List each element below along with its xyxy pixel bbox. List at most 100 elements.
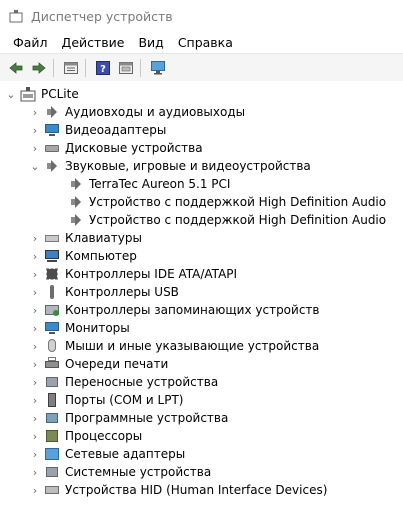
toolbar: ?	[0, 53, 403, 82]
tree-root[interactable]: ⌄ PCLite	[6, 85, 79, 103]
chevron-right-icon[interactable]: ›	[30, 427, 40, 445]
computer-icon	[44, 248, 60, 264]
chevron-right-icon[interactable]: ›	[30, 121, 40, 139]
category-label: Очереди печати	[65, 357, 169, 371]
system-device-icon	[44, 464, 60, 480]
chevron-right-icon[interactable]: ›	[30, 337, 40, 355]
category-label: Процессоры	[65, 429, 143, 443]
category-print-queues[interactable]: › Очереди печати	[30, 355, 168, 373]
category-ide-controllers[interactable]: › Контроллеры IDE ATA/ATAPI	[30, 265, 237, 283]
monitor-icon	[44, 122, 60, 138]
title-bar: Диспетчер устройств	[0, 0, 403, 32]
chevron-right-icon[interactable]: ›	[30, 481, 40, 499]
chevron-down-icon[interactable]: ⌄	[30, 157, 40, 175]
chevron-right-icon[interactable]: ›	[30, 355, 40, 373]
properties-icon[interactable]	[61, 58, 81, 78]
menu-view[interactable]: Вид	[131, 32, 170, 53]
computer-icon	[20, 86, 36, 102]
category-label: Мониторы	[65, 321, 130, 335]
printer-icon	[44, 356, 60, 372]
hid-icon	[44, 482, 60, 498]
category-computer[interactable]: › Компьютер	[30, 247, 137, 265]
category-label: Сетевые адаптеры	[65, 447, 186, 461]
chevron-right-icon[interactable]: ›	[30, 319, 40, 337]
chevron-right-icon[interactable]: ›	[30, 283, 40, 301]
category-keyboards[interactable]: › Клавиатуры	[30, 229, 142, 247]
chevron-right-icon[interactable]: ›	[30, 391, 40, 409]
mouse-icon	[44, 338, 60, 354]
category-hid[interactable]: › Устройства HID (Human Interface Devices…	[30, 481, 328, 499]
storage-icon	[44, 302, 60, 318]
category-label: Контроллеры USB	[65, 285, 179, 299]
chevron-right-icon[interactable]: ›	[30, 265, 40, 283]
category-sound-devices[interactable]: ⌄ Звуковые, игровые и видеоустройства	[30, 157, 311, 175]
device-item[interactable]: TerraTec Aureon 5.1 PCI	[64, 175, 230, 193]
category-label: Звуковые, игровые и видеоустройства	[65, 159, 311, 173]
category-portable-devices[interactable]: › Переносные устройства	[30, 373, 218, 391]
chevron-right-icon[interactable]: ›	[30, 373, 40, 391]
chevron-right-icon[interactable]: ›	[30, 229, 40, 247]
port-icon	[44, 392, 60, 408]
category-label: Контроллеры запоминающих устройств	[65, 303, 320, 317]
category-audio-io[interactable]: › Аудиовходы и аудиовыходы	[30, 103, 245, 121]
category-label: Порты (COM и LPT)	[65, 393, 184, 407]
category-label: Переносные устройства	[65, 375, 219, 389]
speaker-icon	[68, 176, 84, 192]
category-label: Контроллеры IDE ATA/ATAPI	[65, 267, 238, 281]
chip-icon	[44, 266, 60, 282]
disk-icon	[44, 140, 60, 156]
category-label: Устройства HID (Human Interface Devices)	[65, 483, 328, 497]
chevron-down-icon[interactable]: ⌄	[6, 85, 16, 103]
category-software-devices[interactable]: › Программные устройства	[30, 409, 229, 427]
chevron-right-icon[interactable]: ›	[30, 301, 40, 319]
chevron-right-icon[interactable]: ›	[30, 247, 40, 265]
device-item[interactable]: Устройство с поддержкой High Definition …	[64, 193, 386, 211]
forward-arrow-icon[interactable]	[29, 58, 49, 78]
category-network-adapters[interactable]: › Сетевые адаптеры	[30, 445, 185, 463]
network-icon	[44, 446, 60, 462]
category-label: Мыши и иные указывающие устройства	[65, 339, 320, 353]
category-video-adapters[interactable]: › Видеоадаптеры	[30, 121, 167, 139]
device-item[interactable]: Устройство с поддержкой High Definition …	[64, 211, 386, 229]
menu-bar: Файл Действие Вид Справка	[0, 32, 403, 53]
menu-help[interactable]: Справка	[171, 32, 240, 53]
toolbar-separator	[53, 58, 54, 77]
category-ports[interactable]: › Порты (COM и LPT)	[30, 391, 183, 409]
tree-root-label: PCLite	[41, 87, 79, 101]
device-label: Устройство с поддержкой High Definition …	[89, 213, 387, 227]
chevron-right-icon[interactable]: ›	[30, 409, 40, 427]
toolbar-separator	[140, 58, 141, 77]
category-label: Компьютер	[65, 249, 137, 263]
category-label: Аудиовходы и аудиовыходы	[65, 105, 246, 119]
category-system-devices[interactable]: › Системные устройства	[30, 463, 211, 481]
back-arrow-icon[interactable]	[6, 58, 26, 78]
update-driver-icon[interactable]	[116, 58, 136, 78]
menu-action[interactable]: Действие	[55, 32, 132, 53]
window-title: Диспетчер устройств	[31, 8, 173, 24]
speaker-icon	[44, 158, 60, 174]
chevron-right-icon[interactable]: ›	[30, 139, 40, 157]
chevron-right-icon[interactable]: ›	[30, 103, 40, 121]
help-icon[interactable]: ?	[93, 58, 113, 78]
speaker-icon	[68, 212, 84, 228]
menu-file[interactable]: Файл	[0, 32, 55, 53]
chevron-right-icon[interactable]: ›	[30, 463, 40, 481]
category-label: Клавиатуры	[65, 231, 142, 245]
chevron-right-icon[interactable]: ›	[30, 445, 40, 463]
keyboard-icon	[44, 230, 60, 246]
toolbar-separator	[85, 58, 86, 77]
device-tree: ⌄ PCLite › Аудиовходы и аудиовыходы › Виде…	[0, 81, 403, 524]
usb-icon	[44, 284, 60, 300]
category-monitors[interactable]: › Мониторы	[30, 319, 130, 337]
portable-device-icon	[44, 374, 60, 390]
category-label: Видеоадаптеры	[65, 123, 167, 137]
category-disk-drives[interactable]: › Дисковые устройства	[30, 139, 203, 157]
scan-hardware-icon[interactable]	[148, 58, 168, 78]
software-device-icon	[44, 410, 60, 426]
category-usb-controllers[interactable]: › Контроллеры USB	[30, 283, 179, 301]
category-storage-controllers[interactable]: › Контроллеры запоминающих устройств	[30, 301, 320, 319]
category-processors[interactable]: › Процессоры	[30, 427, 142, 445]
svg-text:?: ?	[100, 64, 106, 75]
category-mice[interactable]: › Мыши и иные указывающие устройства	[30, 337, 319, 355]
device-label: Устройство с поддержкой High Definition …	[89, 195, 387, 209]
